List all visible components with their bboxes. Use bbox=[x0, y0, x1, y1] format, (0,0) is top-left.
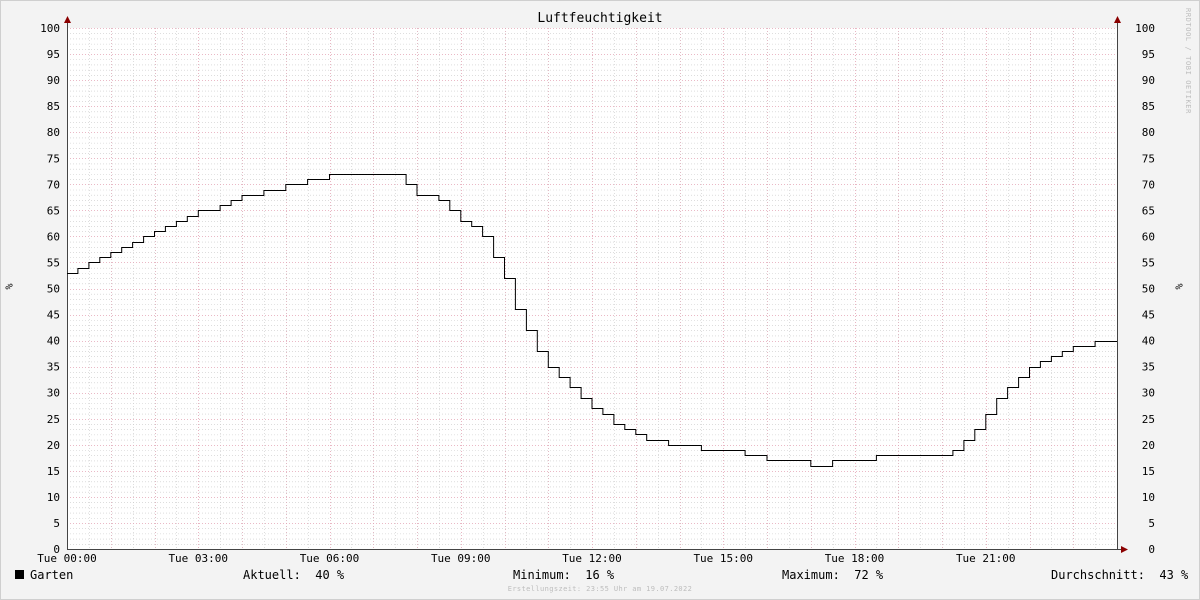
y-tick-label-right: 10 bbox=[1142, 491, 1155, 504]
y-tick-label-left: 15 bbox=[47, 465, 60, 478]
x-tick-label: Tue 15:00 bbox=[693, 552, 753, 565]
x-tick-label: Tue 09:00 bbox=[431, 552, 491, 565]
y-axis-label-right: % bbox=[1172, 283, 1184, 290]
stat-current-label: Aktuell: bbox=[243, 568, 301, 582]
y-tick-labels-left: 0510152025303540455055606570758085909510… bbox=[40, 22, 60, 556]
y-tick-label-right: 75 bbox=[1142, 152, 1155, 165]
legend-swatch-garten bbox=[15, 570, 24, 579]
y-tick-label-right: 5 bbox=[1148, 517, 1155, 530]
y-tick-label-right: 40 bbox=[1142, 335, 1155, 348]
x-tick-labels: Tue 00:00 Tue 03:00 Tue 06:00 Tue 09:00 Tue … bbox=[37, 552, 1015, 565]
y-tick-label-right: 90 bbox=[1142, 74, 1155, 87]
y-tick-label-left: 90 bbox=[47, 74, 60, 87]
stat-minimum-value: 16 % bbox=[585, 568, 615, 582]
y-tick-label-left: 75 bbox=[47, 152, 60, 165]
legend-series-name: Garten bbox=[30, 568, 74, 582]
y-tick-label-right: 50 bbox=[1142, 283, 1155, 296]
x-tick-label: Tue 18:00 bbox=[825, 552, 885, 565]
y-tick-label-right: 20 bbox=[1142, 439, 1155, 452]
x-tick-label: Tue 21:00 bbox=[956, 552, 1016, 565]
y-tick-label-left: 5 bbox=[53, 517, 60, 530]
y-tick-label-left: 55 bbox=[47, 256, 60, 269]
y-tick-label-left: 35 bbox=[47, 361, 60, 374]
stat-minimum: Minimum: 16 % bbox=[513, 568, 614, 582]
y-tick-label-right: 85 bbox=[1142, 100, 1155, 113]
x-tick-label: Tue 12:00 bbox=[562, 552, 622, 565]
y-tick-label-right: 0 bbox=[1148, 543, 1155, 556]
y-tick-label-left: 85 bbox=[47, 100, 60, 113]
y-tick-label-right: 55 bbox=[1142, 256, 1155, 269]
stat-minimum-label: Minimum: bbox=[513, 568, 571, 582]
x-axis-arrow bbox=[1121, 546, 1128, 553]
y-tick-label-right: 45 bbox=[1142, 309, 1155, 322]
created-timestamp: Erstellungszeit: 23:55 Uhr am 19.07.2022 bbox=[507, 585, 693, 593]
y-tick-label-right: 65 bbox=[1142, 204, 1155, 217]
y-tick-label-left: 10 bbox=[47, 491, 60, 504]
y-tick-label-left: 20 bbox=[47, 439, 60, 452]
y-tick-label-right: 95 bbox=[1142, 48, 1155, 61]
y-tick-label-left: 25 bbox=[47, 413, 60, 426]
x-tick-label: Tue 00:00 bbox=[37, 552, 97, 565]
stat-average-value: 43 % bbox=[1159, 568, 1189, 582]
y-tick-label-left: 40 bbox=[47, 335, 60, 348]
y-tick-label-right: 30 bbox=[1142, 387, 1155, 400]
legend: Garten Aktuell: 40 % Minimum: 16 % Maxim… bbox=[0, 566, 1200, 586]
stat-average: Durchschnitt: 43 % bbox=[1051, 568, 1188, 582]
watermark-label: RRDTOOL / TOBI OETIKER bbox=[1184, 8, 1192, 114]
y-tick-label-left: 95 bbox=[47, 48, 60, 61]
stat-maximum-value: 72 % bbox=[854, 568, 884, 582]
y-tick-labels-right: 0510152025303540455055606570758085909510… bbox=[1135, 22, 1155, 556]
stat-maximum: Maximum: 72 % bbox=[782, 568, 883, 582]
y-tick-label-left: 70 bbox=[47, 178, 60, 191]
y-tick-label-left: 65 bbox=[47, 204, 60, 217]
y-tick-label-right: 80 bbox=[1142, 126, 1155, 139]
y-tick-label-right: 25 bbox=[1142, 413, 1155, 426]
y-tick-label-left: 60 bbox=[47, 230, 60, 243]
chart-canvas: 0 5 10 15 20 25 30 35 40 45 50 55 60 65 70 75 80 85 90 95 10… bbox=[37, 16, 1155, 565]
stat-maximum-label: Maximum: bbox=[782, 568, 840, 582]
y-tick-label-right: 15 bbox=[1142, 465, 1155, 478]
y-tick-label-right: 35 bbox=[1142, 361, 1155, 374]
y-tick-label-left: 45 bbox=[47, 309, 60, 322]
stat-current: Aktuell: 40 % bbox=[243, 568, 344, 582]
x-tick-label: Tue 03:00 bbox=[168, 552, 228, 565]
y-tick-label-left: 50 bbox=[47, 283, 60, 296]
y-tick-label-left: 80 bbox=[47, 126, 60, 139]
stat-current-value: 40 % bbox=[315, 568, 345, 582]
chart-title: Luftfeuchtigkeit bbox=[537, 11, 663, 26]
y-axis-label-left: % bbox=[2, 283, 14, 290]
stat-average-label: Durchschnitt: bbox=[1051, 568, 1145, 582]
y-tick-label-left: 30 bbox=[47, 387, 60, 400]
y-tick-label-right: 70 bbox=[1142, 178, 1155, 191]
y-tick-label-right: 60 bbox=[1142, 230, 1155, 243]
x-tick-label: Tue 06:00 bbox=[300, 552, 360, 565]
